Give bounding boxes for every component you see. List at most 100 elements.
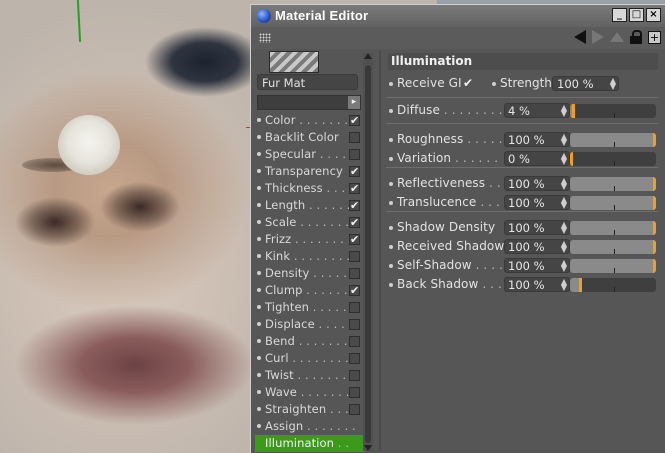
channel-item-assign[interactable]: Assign . . . . . . . (255, 418, 365, 435)
channel-item-bend[interactable]: Bend . . . . . . . . (255, 333, 365, 350)
self-shadow-field[interactable]: 100 % ▲ ▼ (504, 258, 570, 273)
channel-item-straighten[interactable]: Straighten . . . (255, 401, 365, 418)
arrow-up-icon[interactable] (610, 32, 624, 42)
channel-item-twist[interactable]: Twist . . . . . . . . (255, 367, 365, 384)
channel-item-transparency[interactable]: Transparency ✔ (255, 163, 365, 180)
reflectiveness-field[interactable]: 100 % ▲ ▼ (504, 176, 570, 191)
self-shadow-slider[interactable] (570, 259, 656, 273)
channel-item-density[interactable]: Density . . . . . . (255, 265, 365, 282)
channel-checkbox[interactable]: ✔ (349, 217, 360, 228)
slider-knob[interactable] (653, 196, 656, 210)
channel-item-scale[interactable]: Scale . . . . . . . . ✔ (255, 214, 365, 231)
roughness-field[interactable]: 100 % ▲ ▼ (504, 132, 570, 147)
channel-checkbox[interactable] (349, 268, 360, 279)
translucence-field[interactable]: 100 % ▲ ▼ (504, 195, 570, 210)
back-shadow-slider[interactable] (570, 278, 656, 292)
spinner-icon[interactable]: ▲ ▼ (561, 278, 567, 292)
spinner-icon[interactable]: ▲ ▼ (561, 221, 567, 235)
lock-icon[interactable] (630, 30, 642, 44)
back-shadow-field[interactable]: 100 % ▲ ▼ (504, 277, 570, 292)
animation-dot-icon[interactable] (389, 226, 393, 230)
channel-checkbox[interactable] (349, 132, 360, 143)
arrow-left-icon[interactable] (574, 30, 586, 44)
channel-item-displace[interactable]: Displace . . . . . (255, 316, 365, 333)
animation-dot-icon[interactable] (389, 264, 393, 268)
grip-icon[interactable] (259, 33, 271, 43)
title-bar[interactable]: Material Editor _ □ × (251, 5, 665, 28)
channel-item-illumination[interactable]: Illumination . . (255, 435, 365, 452)
animation-dot-icon[interactable] (389, 157, 393, 161)
channel-scrollbar[interactable] (363, 53, 373, 451)
channel-checkbox[interactable]: ✔ (349, 166, 360, 177)
translucence-slider[interactable] (570, 196, 656, 210)
roughness-slider[interactable] (570, 133, 656, 147)
animation-dot-icon[interactable] (389, 245, 393, 249)
animation-dot-icon[interactable] (389, 201, 393, 205)
animation-dot-icon[interactable] (389, 138, 393, 142)
channel-item-thickness[interactable]: Thickness . . . . ✔ (255, 180, 365, 197)
channel-item-frizz[interactable]: Frizz . . . . . . . . ✔ (255, 231, 365, 248)
channel-checkbox[interactable] (349, 404, 360, 415)
material-dropdown[interactable]: ▸ (257, 95, 361, 110)
channel-item-tighten[interactable]: Tighten . . . . . . (255, 299, 365, 316)
close-button[interactable]: × (646, 8, 661, 22)
variation-field[interactable]: 0 % ▲ ▼ (504, 151, 570, 166)
channel-item-wave[interactable]: Wave . . . . . . . . (255, 384, 365, 401)
channel-checkbox[interactable] (349, 302, 360, 313)
channel-item-clump[interactable]: Clump . . . . . . . ✔ (255, 282, 365, 299)
spinner-icon[interactable]: ▲ ▼ (561, 196, 567, 210)
channel-checkbox[interactable] (349, 336, 360, 347)
scroll-up-icon[interactable] (364, 53, 372, 59)
channel-item-backlit-color[interactable]: Backlit Color (255, 129, 365, 146)
reflectiveness-slider[interactable] (570, 177, 656, 191)
maximize-button[interactable]: □ (629, 8, 644, 22)
channel-item-kink[interactable]: Kink . . . . . . . . . (255, 248, 365, 265)
channel-item-specular[interactable]: Specular . . . . . (255, 146, 365, 163)
channel-checkbox[interactable]: ✔ (349, 200, 360, 211)
shadow-density-field[interactable]: 100 % ▲ ▼ (504, 220, 570, 235)
animation-dot-icon[interactable] (492, 82, 496, 86)
channel-item-length[interactable]: Length . . . . . . . ✔ (255, 197, 365, 214)
channel-checkbox[interactable] (349, 353, 360, 364)
channel-checkbox[interactable]: ✔ (349, 234, 360, 245)
spinner-icon[interactable]: ▲ ▼ (561, 133, 567, 147)
spinner-icon[interactable]: ▲ ▼ (561, 240, 567, 254)
channel-checkbox[interactable] (349, 319, 360, 330)
animation-dot-icon[interactable] (389, 109, 393, 113)
strength-field[interactable]: 100 % ▲ ▼ (552, 76, 619, 91)
slider-knob[interactable] (653, 221, 656, 235)
diffuse-field[interactable]: 4 % ▲ ▼ (504, 103, 570, 118)
diffuse-slider[interactable] (570, 104, 656, 118)
spinner-icon[interactable]: ▲ ▼ (561, 104, 567, 118)
slider-knob[interactable] (653, 240, 656, 254)
channel-checkbox[interactable]: ✔ (349, 183, 360, 194)
shadow-density-slider[interactable] (570, 221, 656, 235)
animation-dot-icon[interactable] (389, 82, 393, 86)
channel-checkbox[interactable] (349, 370, 360, 381)
channel-item-curl[interactable]: Curl . . . . . . . . . (255, 350, 365, 367)
channel-checkbox[interactable]: ✔ (349, 285, 360, 296)
spinner-icon[interactable]: ▲ ▼ (561, 152, 567, 166)
animation-dot-icon[interactable] (389, 182, 393, 186)
animation-dot-icon[interactable] (389, 283, 393, 287)
material-preview-swatch[interactable] (269, 51, 319, 73)
minimize-button[interactable]: _ (612, 8, 627, 22)
spinner-icon[interactable]: ▲ ▼ (561, 177, 567, 191)
scroll-thumb[interactable] (365, 65, 371, 443)
scroll-down-icon[interactable] (364, 445, 372, 451)
channel-item-color[interactable]: Color . . . . . . . . ✔ (255, 112, 365, 129)
material-name-field[interactable]: Fur Mat (257, 74, 358, 90)
spinner-icon[interactable]: ▲ ▼ (561, 259, 567, 273)
slider-knob[interactable] (653, 177, 656, 191)
slider-knob[interactable] (579, 278, 582, 292)
variation-slider[interactable] (570, 152, 656, 166)
spinner-icon[interactable]: ▲ ▼ (610, 77, 616, 91)
channel-checkbox[interactable] (349, 149, 360, 160)
new-window-icon[interactable]: + (648, 30, 661, 44)
channel-checkbox[interactable]: ✔ (349, 115, 360, 126)
slider-knob[interactable] (653, 133, 656, 147)
slider-knob[interactable] (572, 104, 575, 118)
slider-knob[interactable] (653, 259, 656, 273)
slider-knob[interactable] (570, 152, 573, 166)
received-shadow-field[interactable]: 100 % ▲ ▼ (504, 239, 570, 254)
